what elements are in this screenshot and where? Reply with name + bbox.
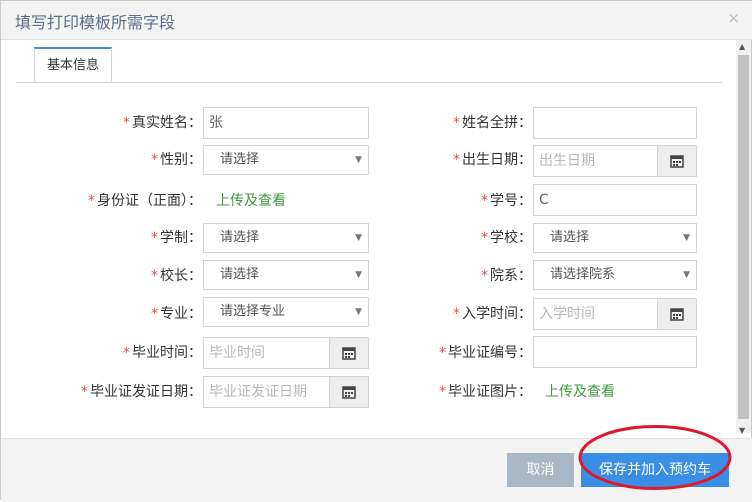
- school-select-value: 请选择: [550, 230, 590, 245]
- real-name-input[interactable]: 张: [203, 107, 369, 139]
- calendar-icon[interactable]: [657, 298, 697, 330]
- calendar-icon[interactable]: [329, 337, 369, 369]
- chevron-down-icon: ▼: [683, 233, 690, 243]
- cert-no-input[interactable]: [533, 336, 697, 368]
- gender-select[interactable]: 请选择 ▼: [203, 145, 369, 175]
- chevron-down-icon: ▼: [355, 155, 362, 165]
- real-name-label: * 真实姓名：: [123, 115, 202, 131]
- cert-issue-date-input[interactable]: 毕业证发证日期: [203, 376, 330, 408]
- grad-date-picker: 毕业时间: [203, 337, 369, 369]
- major-select-value: 请选择专业: [220, 304, 286, 319]
- cert-image-label: * 毕业证图片：: [439, 384, 532, 400]
- grad-date-label: * 毕业时间：: [123, 345, 202, 361]
- school-system-select-value: 请选择: [220, 230, 260, 245]
- id-card-label: * 身份证（正面）：: [88, 193, 202, 209]
- school-system-label: * 学制：: [151, 230, 202, 246]
- enroll-date-picker: 入学时间: [533, 298, 697, 330]
- id-card-upload-link[interactable]: 上传及查看: [216, 185, 286, 217]
- gender-select-value: 请选择: [220, 152, 260, 167]
- birth-date-picker: 出生日期: [533, 145, 697, 177]
- dialog-title: 填写打印模板所需字段: [15, 13, 176, 32]
- department-select-value: 请选择院系: [550, 267, 616, 282]
- enroll-date-input[interactable]: 入学时间: [533, 298, 658, 330]
- cert-image-upload-link[interactable]: 上传及查看: [545, 376, 615, 408]
- name-pinyin-input[interactable]: [533, 107, 697, 139]
- vertical-scrollbar[interactable]: ▲ ▼: [736, 40, 751, 435]
- gender-label: * 性别：: [151, 152, 202, 168]
- school-select[interactable]: 请选择 ▼: [533, 223, 697, 253]
- student-no-input[interactable]: C: [533, 184, 697, 216]
- birth-date-label: * 出生日期：: [453, 152, 532, 168]
- chevron-down-icon: ▼: [355, 233, 362, 243]
- school-system-select[interactable]: 请选择 ▼: [203, 223, 369, 253]
- cert-issue-date-label: * 毕业证发证日期：: [81, 384, 202, 400]
- principal-label: * 校长：: [151, 268, 202, 284]
- birth-date-input[interactable]: 出生日期: [533, 145, 658, 177]
- scroll-down-arrow-icon[interactable]: ▼: [739, 426, 745, 435]
- scroll-up-arrow-icon[interactable]: ▲: [739, 42, 745, 51]
- principal-select[interactable]: 请选择 ▼: [203, 260, 369, 290]
- scrollbar-thumb[interactable]: [738, 55, 749, 419]
- chevron-down-icon: ▼: [355, 270, 362, 280]
- student-no-label: * 学号：: [481, 193, 532, 209]
- chevron-down-icon: ▼: [355, 307, 362, 317]
- cancel-button[interactable]: 取消: [507, 453, 574, 487]
- red-highlight-ellipse: [578, 425, 732, 490]
- form-scroll-area: 基本信息 * 真实姓名： 张 * 姓名全拼： * 性别： 请选择 ▼ * 出生日期： 出…: [2, 40, 735, 438]
- cert-issue-date-picker: 毕业证发证日期: [203, 376, 369, 408]
- calendar-icon[interactable]: [329, 376, 369, 408]
- major-label: * 专业：: [151, 306, 202, 322]
- cert-no-label: * 毕业证编号：: [439, 345, 532, 361]
- print-template-dialog: 填写打印模板所需字段 × 基本信息 * 真实姓名： 张 * 姓名全拼： * 性别： 请…: [0, 0, 752, 502]
- dialog-titlebar: 填写打印模板所需字段 ×: [1, 1, 752, 40]
- major-select[interactable]: 请选择专业 ▼: [203, 297, 369, 327]
- tab-basic-info[interactable]: 基本信息: [34, 47, 112, 82]
- close-icon[interactable]: ×: [727, 9, 740, 27]
- department-label: * 院系：: [481, 268, 532, 284]
- chevron-down-icon: ▼: [683, 270, 690, 280]
- school-label: * 学校：: [481, 230, 532, 246]
- name-pinyin-label: * 姓名全拼：: [453, 115, 532, 131]
- principal-select-value: 请选择: [220, 267, 260, 282]
- calendar-icon[interactable]: [657, 145, 697, 177]
- tab-bar: 基本信息: [16, 47, 722, 83]
- department-select[interactable]: 请选择院系 ▼: [533, 260, 697, 290]
- grad-date-input[interactable]: 毕业时间: [203, 337, 330, 369]
- enroll-date-label: * 入学时间：: [453, 306, 532, 322]
